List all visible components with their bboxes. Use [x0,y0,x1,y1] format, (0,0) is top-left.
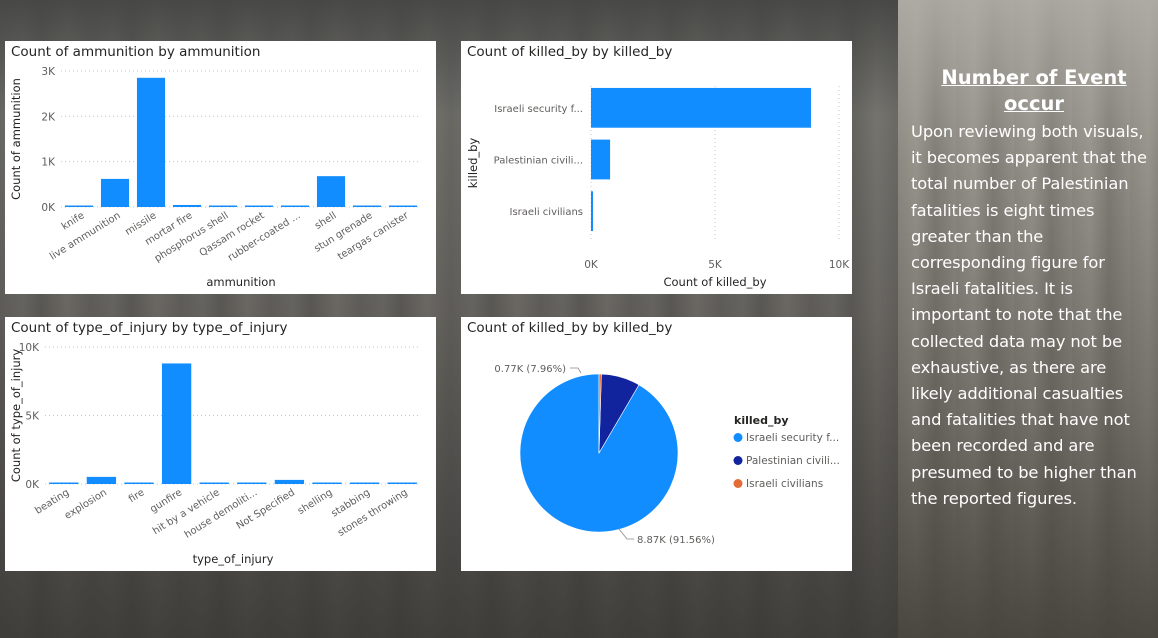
bar [199,482,229,484]
legend-marker [733,433,743,442]
x-tick-label: 10K [829,259,850,271]
story-title: Number of Event occur [941,66,1127,115]
ammunition-chart-title: Count of ammunition by ammunition [11,44,261,60]
bar [172,204,202,207]
ammunition-bar-chart: 0K1K2K3Kknifelive ammunition missilemorta… [9,66,421,289]
legend-item: Palestinian civili... [746,455,840,467]
x-axis-title: type_of_injury [193,552,274,566]
bar [312,482,342,484]
injury-chart-panel[interactable]: Count of type_of_injury by type_of_injur… [5,317,436,571]
killed-by-bar-chart-panel[interactable]: Count of killed_by by killed_by 0K 5K 10K I… [461,41,852,294]
y-tick-label: Palestinian civili... [494,156,583,167]
y-tick-label: 0K [41,202,56,214]
bar [136,77,166,207]
killed-by-pie-chart-title: Count of killed_by by killed_by [467,320,673,336]
bar [49,482,79,484]
bar [237,482,267,484]
bar [387,482,417,484]
bar [208,205,238,207]
bar [591,139,611,180]
bar [274,479,305,484]
y-axis-title: Count of ammunition [9,78,23,200]
leader-line [618,528,634,540]
bar [388,205,418,207]
legend-item: Israeli security f... [746,432,839,444]
story-body: Upon reviewing both visuals, it becomes … [911,122,1147,508]
x-tick-label: 5K [708,259,723,271]
leader-line [570,367,582,374]
bar [591,87,811,128]
bar [280,205,310,207]
bar [316,176,346,207]
x-tick-label: shelling [296,487,335,517]
y-axis-title: killed_by [466,138,480,189]
x-axis-title: Count of killed_by [663,275,766,289]
bar [100,178,130,207]
bar [64,205,94,207]
bar [352,205,382,207]
legend-item: Israeli civilians [746,478,823,490]
y-tick-label: 0K [25,479,40,491]
injury-chart-title: Count of type_of_injury by type_of_injur… [11,320,288,336]
y-tick-label: 2K [41,111,56,123]
killed-by-bar-chart-title: Count of killed_by by killed_by [467,44,673,60]
x-tick-label: fire [127,487,147,505]
y-tick-label: 5K [25,411,40,423]
bar [349,482,380,484]
legend-marker [733,479,743,488]
killed-by-bar-chart: 0K 5K 10K Israeli security f... Palestinian … [466,86,850,289]
y-tick-label: 1K [41,157,56,169]
killed-by-pie-chart-panel[interactable]: Count of killed_by by killed_by 0.77K (7… [461,317,852,571]
bar [86,476,117,484]
x-tick-label: stones throwing [336,487,410,539]
legend-marker [733,456,743,465]
x-tick-label: shell [313,210,339,232]
injury-bar-chart: 0K5K10Kbeatingexplosion fire gunfirehit by… [9,342,421,566]
x-axis-title: ammunition [206,275,275,289]
pie-data-label: 0.77K (7.96%) [494,364,566,375]
x-tick-label: explosion [63,487,109,522]
x-tick-label: knife [60,210,87,232]
legend-title: killed_by [734,414,789,427]
killed-by-pie-chart: 0.77K (7.96%) 8.87K (91.56%) killed_by Isra… [494,364,840,546]
pie-data-label: 8.87K (91.56%) [637,535,715,546]
y-tick-label: 3K [41,66,56,78]
y-tick-label: Israeli security f... [494,104,583,115]
y-tick-label: Israeli civilians [510,207,584,218]
ammunition-chart-panel[interactable]: Count of ammunition by ammunition 0K 1K 2K… [5,41,436,294]
story-text-box: Number of Event occur Upon reviewing bot… [911,65,1147,512]
x-tick-label: 0K [584,259,599,271]
bar [591,191,593,232]
bar [124,482,154,484]
y-axis-title: Count of type_of_injury [9,349,23,483]
bar [161,363,192,484]
bar [244,205,274,207]
